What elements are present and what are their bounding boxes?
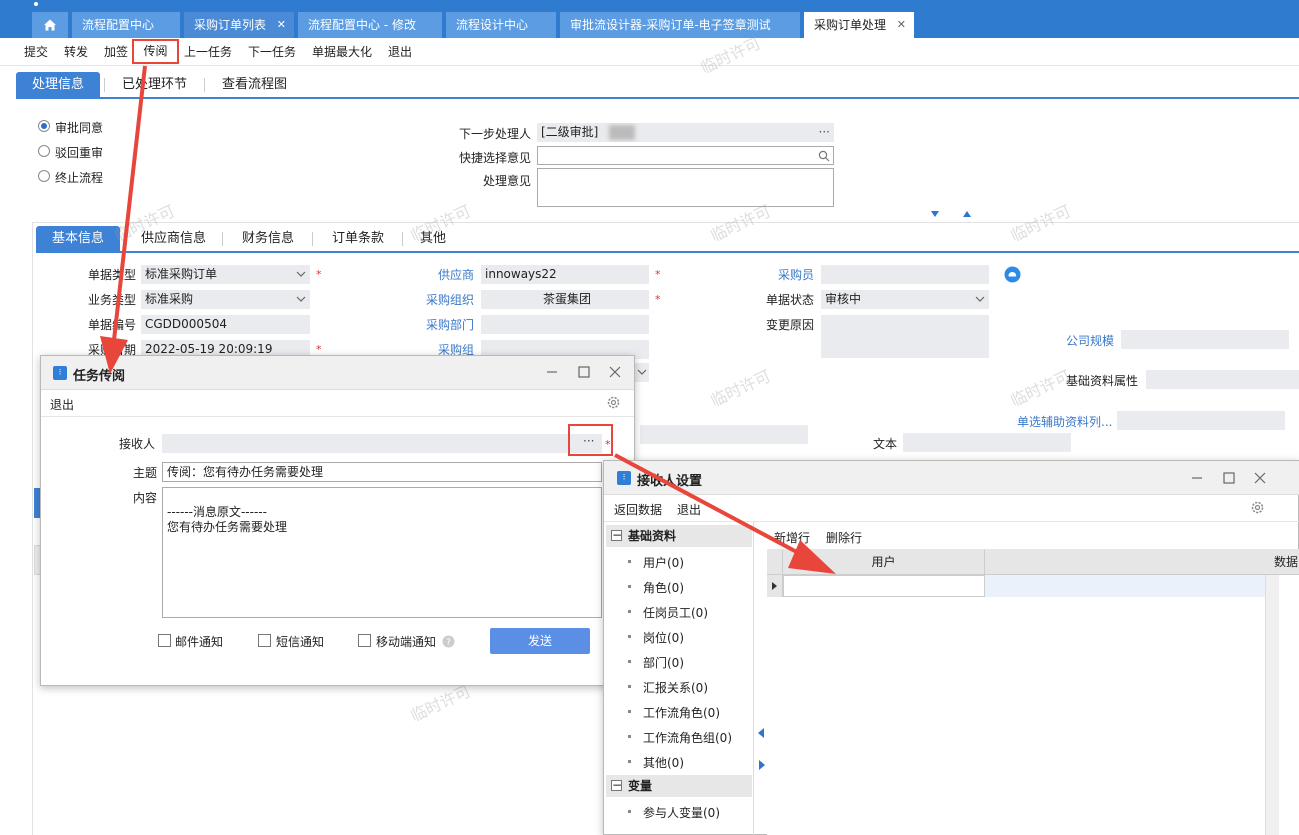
annotation-arrows: [100, 65, 836, 574]
arrow-head: [788, 540, 836, 574]
arrow-head: [100, 336, 128, 374]
